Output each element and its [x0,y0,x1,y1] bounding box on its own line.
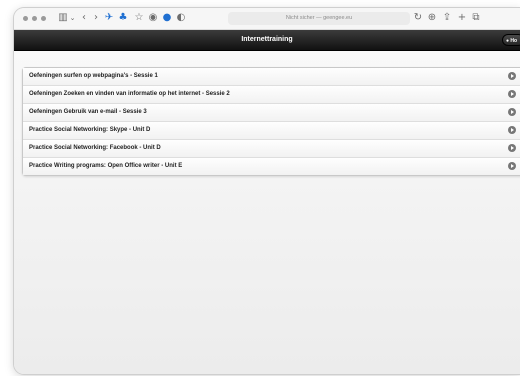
list-item[interactable]: Oefeningen surfen op webpagina's - Sessi… [23,68,520,86]
extension-icon[interactable]: ♣ [118,12,128,24]
list-item[interactable]: Oefeningen Gebruik van e-mail - Sessie 3 [23,104,520,122]
page-title: Internettraining [241,36,293,43]
arrow-right-icon [508,144,516,152]
privacy-icon[interactable]: ● [162,12,172,24]
home-icon: ● [506,38,510,44]
tabs-overview-icon[interactable]: ⧉ [471,12,481,24]
sidebar-icon[interactable]: ▥ [58,12,68,24]
new-tab-icon[interactable]: + [457,12,467,24]
download-icon[interactable]: ⊕ [427,12,437,24]
list-item-label: Oefeningen Zoeken en vinden van informat… [29,91,230,97]
content-area: Oefeningen surfen op webpagina's - Sessi… [14,51,520,374]
list-item-label: Practice Writing programs: Open Office w… [29,163,183,169]
arrow-right-icon [508,90,516,98]
arrow-right-icon [508,126,516,134]
shield-icon[interactable]: ◐ [176,12,186,24]
minimize-window-button[interactable] [32,16,37,21]
star-icon[interactable]: ☆ [134,12,144,24]
url-text: Nicht sicher — geengee.eu [285,15,353,21]
app-header: Internettraining ● Ho [14,30,520,51]
share-icon[interactable]: ⇪ [442,12,452,24]
chevron-down-icon[interactable]: ⌄ [69,12,76,24]
arrow-right-icon [508,108,516,116]
close-window-button[interactable] [23,16,28,21]
arrow-right-icon [508,162,516,170]
home-button[interactable]: ● Ho [502,34,520,46]
browser-window: ▥ ⌄ ‹ › ✈ ♣ ☆ ◉ ● ◐ Nicht sicher — geeng… [14,8,520,374]
address-bar[interactable]: Nicht sicher — geengee.eu [228,12,410,25]
reload-icon[interactable]: ↻ [413,12,423,24]
exercise-list: Oefeningen surfen op webpagina's - Sessi… [22,67,520,176]
arrow-right-icon [508,72,516,80]
list-item[interactable]: Practice Social Networking: Facebook - U… [23,140,520,158]
list-item[interactable]: Oefeningen Zoeken en vinden van informat… [23,86,520,104]
back-icon[interactable]: ‹ [80,12,88,24]
list-item-label: Practice Social Networking: Facebook - U… [29,145,161,151]
home-button-label: Ho [510,38,518,44]
list-item[interactable]: Practice Writing programs: Open Office w… [23,158,520,175]
list-item-label: Oefeningen Gebruik van e-mail - Sessie 3 [29,109,147,115]
forward-icon[interactable]: › [92,12,100,24]
maximize-window-button[interactable] [41,16,46,21]
list-item-label: Oefeningen surfen op webpagina's - Sessi… [29,73,158,79]
pin-icon[interactable]: ✈ [104,12,114,24]
list-item[interactable]: Practice Social Networking: Skype - Unit… [23,122,520,140]
browser-toolbar: ▥ ⌄ ‹ › ✈ ♣ ☆ ◉ ● ◐ Nicht sicher — geeng… [14,8,520,30]
list-item-label: Practice Social Networking: Skype - Unit… [29,127,151,133]
extension-circle-icon[interactable]: ◉ [148,12,158,24]
